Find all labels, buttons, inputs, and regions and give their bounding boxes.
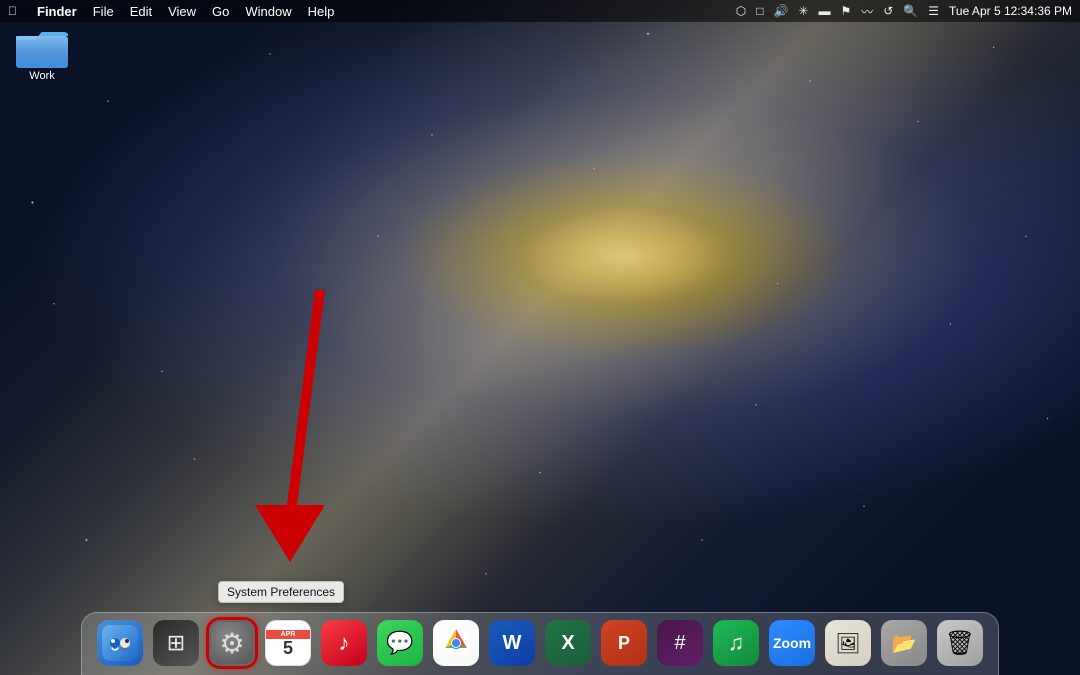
dock-item-calendar[interactable]: APR 5 [262, 617, 314, 669]
music-dock-icon: ♪ [321, 620, 367, 666]
system-preferences-tooltip: System Preferences [218, 581, 344, 603]
launchpad-dock-icon: ⊞ [153, 620, 199, 666]
messages-dock-icon: 💬 [377, 620, 423, 666]
chrome-dock-icon [433, 620, 479, 666]
calendar-dock-icon: APR 5 [265, 620, 311, 666]
slack-dock-icon: # [657, 620, 703, 666]
apple-menu[interactable]:  [8, 4, 17, 18]
screen-icon[interactable]: □ [756, 4, 763, 18]
dock-item-chrome[interactable] [430, 617, 482, 669]
menubar-edit[interactable]: Edit [130, 4, 152, 19]
dock-item-preview[interactable]: 🖼 [822, 617, 874, 669]
desktop-folder-work[interactable]: Work [6, 22, 78, 86]
bluetooth-icon[interactable]: ✳ [798, 4, 808, 18]
dock: ⊞ ⚙ APR 5 ♪ 💬 [81, 612, 999, 675]
spotify-dock-icon: ♫ [713, 620, 759, 666]
trash-dock-icon: 🗑 [937, 620, 983, 666]
dock-item-zoom[interactable]: Zoom [766, 617, 818, 669]
sysprefs-dock-icon: ⚙ [209, 620, 255, 666]
dock-item-launchpad[interactable]: ⊞ [150, 617, 202, 669]
dock-item-powerpoint[interactable]: P [598, 617, 650, 669]
menubar-file[interactable]: File [93, 4, 114, 19]
volume-icon[interactable]: 🔊 [773, 4, 788, 18]
dock-item-slack[interactable]: # [654, 617, 706, 669]
folder-work-label: Work [29, 70, 54, 82]
dock-item-spotify[interactable]: ♫ [710, 617, 762, 669]
tooltip-text: System Preferences [227, 585, 335, 599]
menubar-datetime: Tue Apr 5 12:34:36 PM [949, 4, 1072, 18]
dropbox-icon[interactable]: ⬡ [736, 4, 746, 18]
flag-icon[interactable]: ⚑ [840, 4, 851, 18]
dock-item-system-preferences[interactable]: ⚙ [206, 617, 258, 669]
battery-icon[interactable]: ▬ [818, 4, 830, 18]
time-machine-icon[interactable]: ↺ [883, 4, 893, 18]
dock-item-files[interactable]: 📂 [878, 617, 930, 669]
preview-dock-icon: 🖼 [825, 620, 871, 666]
menubar-window[interactable]: Window [245, 4, 291, 19]
notification-icon[interactable]: ☰ [928, 4, 939, 18]
dock-item-messages[interactable]: 💬 [374, 617, 426, 669]
menubar-help[interactable]: Help [308, 4, 335, 19]
ppt-dock-icon: P [601, 620, 647, 666]
zoom-dock-icon: Zoom [769, 620, 815, 666]
files-dock-icon: 📂 [881, 620, 927, 666]
word-dock-icon: W [489, 620, 535, 666]
gear-icon: ⚙ [219, 627, 244, 660]
menubar-view[interactable]: View [168, 4, 196, 19]
wifi-icon[interactable]: 〰 [861, 3, 873, 20]
galaxy-arm-decoration [0, 0, 1080, 675]
menubar-left:  Finder File Edit View Go Window Help [8, 4, 334, 19]
menubar-finder[interactable]: Finder [37, 4, 77, 19]
dock-item-music[interactable]: ♪ [318, 617, 370, 669]
dock-item-trash[interactable]: 🗑 [934, 617, 986, 669]
menubar-go[interactable]: Go [212, 4, 229, 19]
dock-item-word[interactable]: W [486, 617, 538, 669]
dock-item-excel[interactable]: X [542, 617, 594, 669]
search-icon[interactable]: 🔍 [903, 4, 918, 18]
finder-dock-icon [97, 620, 143, 666]
folder-icon [16, 26, 68, 68]
dock-item-finder[interactable] [94, 617, 146, 669]
excel-dock-icon: X [545, 620, 591, 666]
menubar:  Finder File Edit View Go Window Help ⬡… [0, 0, 1080, 22]
menubar-right: ⬡ □ 🔊 ✳ ▬ ⚑ 〰 ↺ 🔍 ☰ Tue Apr 5 12:34:36 P… [736, 3, 1072, 20]
